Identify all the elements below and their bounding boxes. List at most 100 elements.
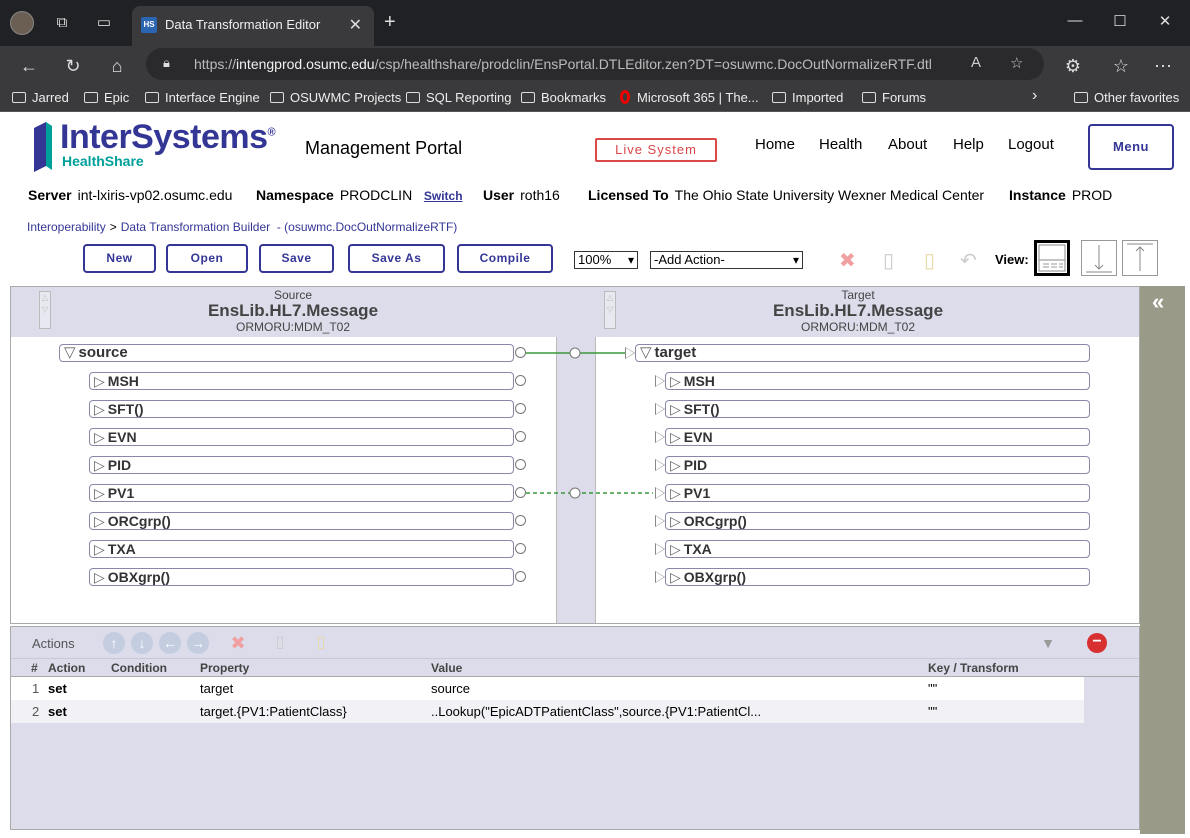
nav-about[interactable]: About <box>888 136 927 153</box>
target-port[interactable] <box>655 571 665 583</box>
target-segment-pid[interactable]: ▷ PID <box>665 456 1090 474</box>
source-port[interactable] <box>515 431 526 442</box>
favorite-star-icon[interactable]: ☆ <box>1010 54 1023 72</box>
chevron-right-icon[interactable]: › <box>1032 87 1037 105</box>
source-port[interactable] <box>515 403 526 414</box>
target-segment-evn[interactable]: ▷ EVN <box>665 428 1090 446</box>
new-button[interactable]: New <box>83 244 156 273</box>
workspaces-icon[interactable]: ⧉ <box>52 13 72 33</box>
new-tab-icon[interactable]: + <box>384 11 396 34</box>
bookmark-forums[interactable]: Forums <box>862 90 926 105</box>
target-segment-orcgrp[interactable]: ▷ ORCgrp() <box>665 512 1090 530</box>
target-segment-obxgrp[interactable]: ▷ OBXgrp() <box>665 568 1090 586</box>
delete-icon[interactable]: ✖ <box>839 248 856 273</box>
target-segment-txa[interactable]: ▷ TXA <box>665 540 1090 558</box>
profile-avatar[interactable] <box>10 11 34 35</box>
menu-button[interactable]: Menu <box>1088 124 1174 170</box>
source-port[interactable] <box>515 375 526 386</box>
source-segment-pv1[interactable]: ▷ PV1 <box>89 484 514 502</box>
copy-icon[interactable]: ▯ <box>883 248 894 273</box>
source-root-node[interactable]: ▽ source <box>59 344 514 362</box>
breadcrumb-dtl-builder[interactable]: Data Transformation Builder <box>121 220 270 234</box>
target-port[interactable] <box>655 431 665 443</box>
target-port[interactable] <box>655 543 665 555</box>
compile-button[interactable]: Compile <box>457 244 553 273</box>
source-segment-txa[interactable]: ▷ TXA <box>89 540 514 558</box>
outdent-icon[interactable]: ← <box>159 632 181 654</box>
source-segment-obxgrp[interactable]: ▷ OBXgrp() <box>89 568 514 586</box>
source-segment-orcgrp[interactable]: ▷ ORCgrp() <box>89 512 514 530</box>
source-port[interactable] <box>515 459 526 470</box>
save-as-button[interactable]: Save As <box>348 244 445 273</box>
source-port[interactable] <box>515 571 526 582</box>
view-diagram-button[interactable] <box>1081 240 1117 276</box>
action-row[interactable]: 1 set target source "" <box>11 677 1084 700</box>
open-button[interactable]: Open <box>166 244 248 273</box>
target-segment-sft[interactable]: ▷ SFT() <box>665 400 1090 418</box>
target-segment-msh[interactable]: ▷ MSH <box>665 372 1090 390</box>
nav-logout[interactable]: Logout <box>1008 136 1054 153</box>
move-down-icon[interactable]: ↓ <box>131 632 153 654</box>
nav-home[interactable]: Home <box>755 136 795 153</box>
switch-namespace-link[interactable]: Switch <box>424 189 463 203</box>
target-port[interactable] <box>655 459 665 471</box>
source-port[interactable] <box>515 543 526 554</box>
source-port[interactable] <box>515 487 526 498</box>
bookmark-bookmarks[interactable]: Bookmarks <box>521 90 606 105</box>
target-port[interactable] <box>655 375 665 387</box>
maximize-icon[interactable]: ☐ <box>1105 12 1135 30</box>
window-close-icon[interactable]: ✕ <box>1150 12 1180 30</box>
address-bar[interactable]: 🔒︎ https://intengprod.osumc.edu/csp/heal… <box>146 48 1044 80</box>
source-segment-msh[interactable]: ▷ MSH <box>89 372 514 390</box>
delete-action-icon[interactable]: ✖ <box>227 632 249 654</box>
minimize-icon[interactable]: — <box>1060 12 1090 29</box>
bookmark-osuwmc-projects[interactable]: OSUWMC Projects <box>270 90 401 105</box>
bookmark-epic[interactable]: Epic <box>84 90 129 105</box>
target-root-node[interactable]: ▽ target <box>635 344 1090 362</box>
paste-action-icon[interactable]: ▯ <box>310 632 332 654</box>
view-table-button[interactable] <box>1122 240 1158 276</box>
back-icon[interactable]: ← <box>18 55 40 77</box>
target-port[interactable] <box>655 487 665 499</box>
source-segment-sft[interactable]: ▷ SFT() <box>89 400 514 418</box>
indent-icon[interactable]: → <box>187 632 209 654</box>
save-button[interactable]: Save <box>259 244 334 273</box>
target-port[interactable] <box>655 515 665 527</box>
target-root-port[interactable] <box>625 347 635 359</box>
paste-icon[interactable]: ▯ <box>924 248 935 273</box>
zoom-select[interactable]: 100% <box>574 251 638 269</box>
bookmark-imported[interactable]: Imported <box>772 90 843 105</box>
breadcrumb-interoperability[interactable]: Interoperability <box>27 220 106 234</box>
bookmark-microsoft-365[interactable]: Microsoft 365 | The... <box>620 90 759 105</box>
favorites-icon[interactable]: ☆ <box>1110 55 1132 77</box>
bookmark-interface-engine[interactable]: Interface Engine <box>145 90 260 105</box>
more-options-icon[interactable]: ⋯ <box>1152 55 1174 77</box>
target-segment-pv1[interactable]: ▷ PV1 <box>665 484 1090 502</box>
action-row[interactable]: 2 set target.{PV1:PatientClass} ..Lookup… <box>11 700 1084 723</box>
add-action-select[interactable]: -Add Action- <box>650 251 803 269</box>
bookmark-sql-reporting[interactable]: SQL Reporting <box>406 90 512 105</box>
source-segment-evn[interactable]: ▷ EVN <box>89 428 514 446</box>
bookmark-jarred[interactable]: Jarred <box>12 90 69 105</box>
collapse-triangle-icon[interactable]: ▼ <box>1037 632 1059 654</box>
move-up-icon[interactable]: ↑ <box>103 632 125 654</box>
home-icon[interactable]: ⌂ <box>106 55 128 77</box>
nav-help[interactable]: Help <box>953 136 984 153</box>
tab-actions-icon[interactable]: ▭ <box>94 13 114 33</box>
source-port[interactable] <box>515 515 526 526</box>
target-port[interactable] <box>655 403 665 415</box>
refresh-icon[interactable]: ↻ <box>62 55 84 77</box>
read-aloud-icon[interactable]: A <box>971 54 981 71</box>
remove-all-icon[interactable]: − <box>1087 633 1107 653</box>
source-root-port[interactable] <box>515 347 526 358</box>
nav-health[interactable]: Health <box>819 136 862 153</box>
close-tab-icon[interactable]: ✕ <box>349 15 362 35</box>
undo-icon[interactable]: ↶ <box>960 248 977 273</box>
view-split-button[interactable] <box>1034 240 1070 276</box>
source-segment-pid[interactable]: ▷ PID <box>89 456 514 474</box>
collapse-double-left-icon[interactable]: « <box>1152 289 1164 315</box>
bookmark-other-favorites[interactable]: Other favorites <box>1074 90 1179 105</box>
browser-tab[interactable]: HS Data Transformation Editor ✕ <box>132 6 374 46</box>
extensions-icon[interactable]: ⚙ <box>1062 55 1084 77</box>
copy-action-icon[interactable]: ▯ <box>269 632 291 654</box>
